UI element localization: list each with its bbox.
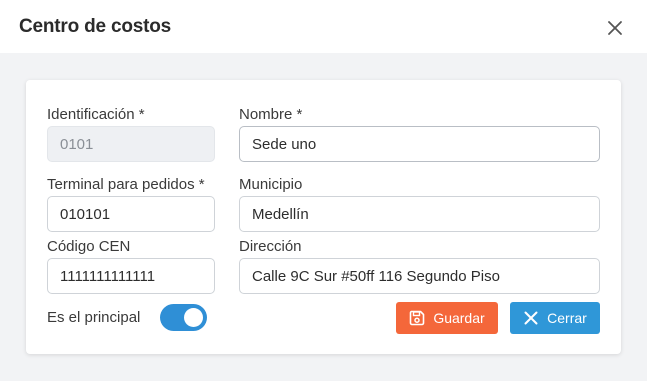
municipio-label: Municipio — [239, 176, 303, 193]
identificacion-label: Identificación * — [47, 106, 145, 123]
dialog-close-button[interactable] — [604, 17, 626, 39]
principal-label: Es el principal — [47, 309, 141, 326]
toggle-knob — [184, 308, 203, 327]
close-button[interactable]: Cerrar — [510, 302, 600, 334]
close-button-label: Cerrar — [547, 310, 587, 326]
nombre-label: Nombre * — [239, 106, 303, 123]
direccion-label: Dirección — [239, 238, 302, 255]
save-button[interactable]: Guardar — [396, 302, 498, 334]
nombre-field[interactable] — [239, 126, 600, 162]
close-icon — [608, 21, 622, 35]
terminal-field[interactable] — [47, 196, 215, 232]
codigo-cen-field[interactable] — [47, 258, 215, 294]
terminal-label: Terminal para pedidos * — [47, 176, 205, 193]
dialog-title: Centro de costos — [19, 16, 171, 37]
principal-toggle[interactable] — [160, 304, 207, 331]
identificacion-field[interactable] — [47, 126, 215, 162]
codigo-cen-label: Código CEN — [47, 238, 131, 255]
direccion-field[interactable] — [239, 258, 600, 294]
floppy-disk-icon — [410, 310, 425, 326]
municipio-field[interactable] — [239, 196, 600, 232]
save-button-label: Guardar — [433, 310, 485, 326]
dialog-header: Centro de costos — [0, 0, 647, 53]
x-icon — [524, 311, 538, 325]
